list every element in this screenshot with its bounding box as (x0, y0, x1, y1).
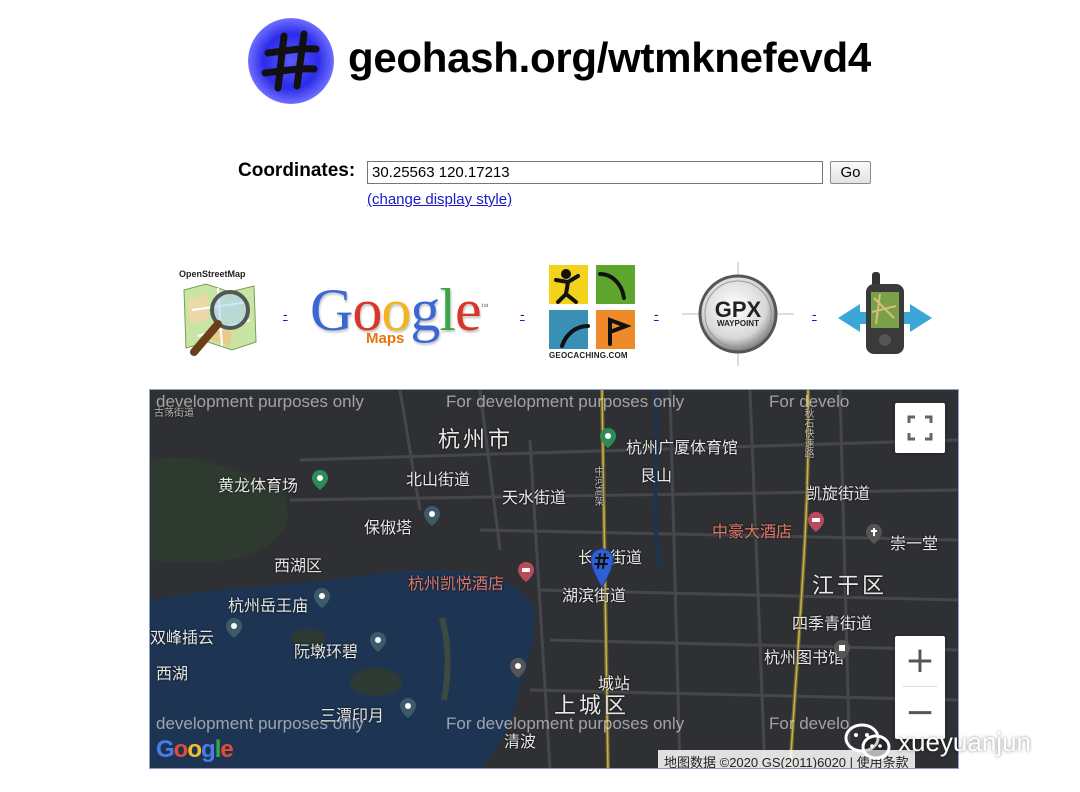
trademark-mark: ™ (480, 302, 489, 311)
geocaching-caption: GEOCACHING.COM (549, 351, 628, 360)
map-label: 西湖 (156, 666, 189, 683)
map-label: 天水街道 (502, 490, 567, 507)
map-label: 中河高架 (592, 466, 603, 506)
hotel-pin-icon[interactable] (514, 560, 538, 584)
map-label: 西湖区 (274, 558, 323, 575)
watermark-text: xueyuanjun (898, 726, 1031, 757)
camera-pin-icon[interactable] (222, 616, 246, 640)
map-label: 杭州广厦体育馆 (626, 440, 739, 457)
google-letter: g (410, 277, 440, 343)
wechat-watermark: xueyuanjun (844, 722, 1031, 762)
camera-pin-icon[interactable] (366, 630, 390, 654)
map-label: 双峰插云 (150, 630, 215, 647)
dev-notice: For development purposes only (446, 392, 685, 411)
google-letter: e (220, 736, 233, 763)
geohash-location-pin-icon[interactable] (590, 548, 614, 588)
map-label: 中豪大酒店 (712, 524, 793, 541)
hotel-pin-icon[interactable] (804, 510, 828, 534)
google-map-watermark[interactable]: Google (156, 736, 234, 764)
map-view[interactable]: development purposes only For developmen… (149, 389, 959, 769)
map-label: 保俶塔 (364, 520, 413, 537)
map-label: 古荡街道 (154, 408, 194, 419)
zoom-divider (903, 686, 937, 687)
separator: - (812, 306, 817, 322)
google-maps-word: Maps (366, 330, 405, 347)
geohash-logo (248, 18, 334, 104)
zoom-in-button[interactable]: + (895, 636, 945, 686)
stadium-pin-icon[interactable] (596, 426, 620, 450)
separator: - (520, 306, 525, 322)
map-label: 杭州凯悦酒店 (408, 576, 505, 593)
coordinates-input[interactable] (367, 161, 823, 184)
google-letter: G (310, 277, 353, 343)
coordinates-label: Coordinates: (238, 160, 356, 181)
map-label: 阮墩环碧 (294, 644, 359, 661)
page-title: geohash.org/wtmknefevd4 (348, 34, 871, 81)
osm-caption: OpenStreetMap (179, 269, 246, 279)
hash-logo-icon (261, 30, 320, 92)
gpx-subtitle: WAYPOINT (717, 319, 759, 328)
map-label: 北山街道 (406, 472, 471, 489)
map-label: 四季青街道 (792, 616, 873, 633)
map-label: 崇一堂 (890, 536, 939, 553)
camera-pin-icon[interactable] (396, 696, 420, 720)
map-label: 黄龙体育场 (218, 478, 299, 495)
map-data-credit[interactable]: 地图数据 ©2020 GS(2011)6020 (664, 755, 846, 768)
google-letter: e (455, 277, 482, 343)
map-label: 上城区 (554, 693, 630, 718)
google-letter: G (156, 736, 175, 763)
map-label: 江干区 (812, 573, 888, 598)
map-label: 清波 (504, 734, 537, 751)
gps-device-icon[interactable] (836, 268, 934, 358)
map-label: 秋石快速路 (802, 408, 813, 458)
go-button[interactable]: Go (830, 161, 871, 184)
google-letter: o (173, 736, 189, 763)
openstreetmap-icon[interactable] (178, 280, 264, 362)
church-pin-icon[interactable] (862, 522, 886, 546)
separator: - (283, 306, 288, 322)
landmark-pin-icon[interactable] (506, 656, 530, 680)
wechat-icon (844, 723, 891, 760)
geocaching-icon[interactable] (548, 264, 636, 350)
google-letter: o (187, 736, 202, 763)
camera-pin-icon[interactable] (420, 504, 444, 528)
camera-pin-icon[interactable] (310, 586, 334, 610)
dev-notice: For develo (769, 714, 850, 733)
library-pin-icon[interactable] (830, 638, 854, 662)
map-label: 凯旋街道 (806, 486, 871, 503)
google-letter: g (201, 736, 216, 763)
change-display-style-link[interactable]: (change display style) (367, 191, 512, 208)
fullscreen-button[interactable] (895, 403, 945, 453)
stadium-pin-icon[interactable] (308, 468, 332, 492)
map-label: 艮山 (640, 468, 673, 485)
map-label: 杭州市 (438, 427, 514, 452)
google-letter: l (439, 277, 456, 343)
map-label: 杭州岳王庙 (228, 598, 309, 615)
map-label: 三潭印月 (320, 708, 385, 725)
fullscreen-icon (907, 415, 933, 441)
separator: - (654, 306, 659, 322)
